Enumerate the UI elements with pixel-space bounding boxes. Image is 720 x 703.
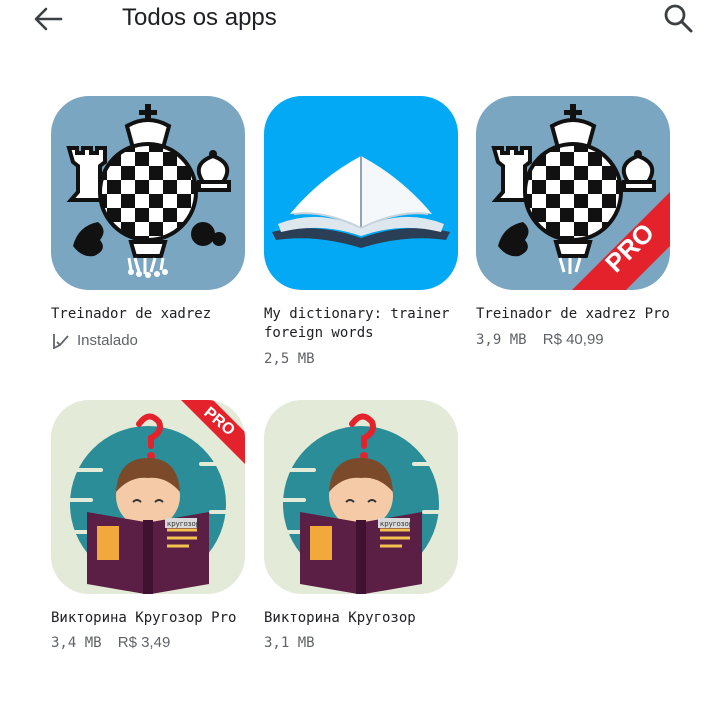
app-icon-button[interactable]: PRO <box>476 96 670 290</box>
app-name[interactable]: Викторина Кругозор Pro <box>51 609 251 628</box>
install-status: Instalado <box>51 332 138 349</box>
app-name[interactable]: My dictionary: trainer foreign words <box>264 305 464 343</box>
app-icon-button[interactable]: кругозор PRO <box>51 400 245 594</box>
app-meta: 3,4 MB R$ 3,49 <box>51 634 170 651</box>
quiz-reader-icon: кругозор <box>264 400 458 594</box>
app-price: R$ 40,99 <box>542 331 604 348</box>
open-book-icon <box>264 96 458 290</box>
app-size: 3,4 MB <box>51 635 102 651</box>
app-icon-button[interactable] <box>51 96 245 290</box>
search-icon <box>664 4 693 33</box>
app-name[interactable]: Treinador de xadrez Pro <box>476 305 676 324</box>
installed-check-icon <box>53 333 69 349</box>
app-size: 3,1 MB <box>264 635 315 651</box>
book-cover-label: кругозор <box>167 520 201 528</box>
back-button[interactable] <box>30 2 66 34</box>
arrow-back-icon <box>34 7 63 31</box>
app-icon-button[interactable]: кругозор <box>264 400 458 594</box>
quiz-reader-icon: кругозор PRO <box>51 400 245 594</box>
app-price: R$ 3,49 <box>117 634 171 651</box>
page-title: Todos os apps <box>122 4 277 31</box>
chess-app-icon: PRO <box>476 96 670 290</box>
app-meta: 3,1 MB <box>264 634 315 651</box>
search-button[interactable] <box>660 0 696 36</box>
app-name[interactable]: Викторина Кругозор <box>264 609 464 628</box>
book-cover-label: кругозор <box>380 520 414 528</box>
app-meta: 3,9 MB R$ 40,99 <box>476 331 604 348</box>
top-app-bar: Todos os apps <box>0 0 720 40</box>
installed-label: Instalado <box>77 332 138 349</box>
app-size: 3,9 MB <box>476 332 527 348</box>
app-name[interactable]: Treinador de xadrez <box>51 305 251 324</box>
app-size: 2,5 MB <box>264 351 315 367</box>
app-icon-button[interactable] <box>264 96 458 290</box>
app-meta: 2,5 MB <box>264 350 315 367</box>
chess-app-icon <box>51 96 245 290</box>
